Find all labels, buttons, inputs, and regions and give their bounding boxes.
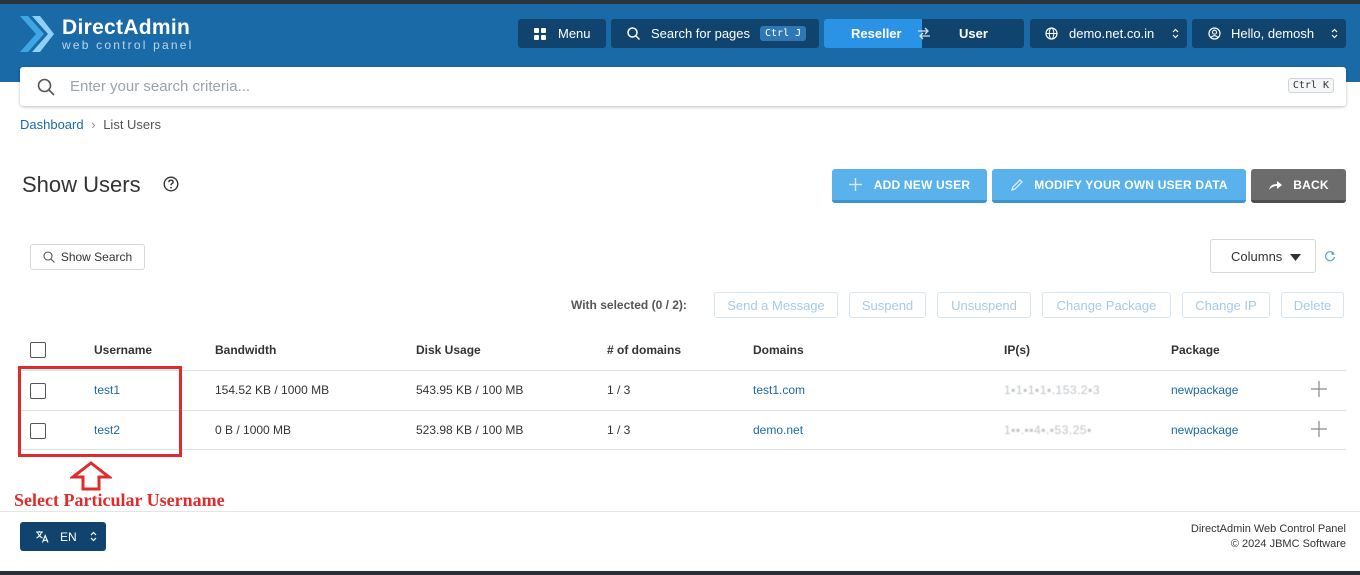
chevron-updown-icon [90,531,97,542]
help-icon[interactable] [163,176,179,192]
bandwidth-cell: 0 B / 1000 MB [215,423,292,437]
expand-row-icon[interactable] [1311,381,1327,397]
bandwidth-cell: 154.52 KB / 1000 MB [215,383,330,397]
footer-copyright: © 2024 JBMC Software [1230,538,1346,550]
menu-button[interactable]: Menu [518,19,606,48]
grid-icon [534,27,546,40]
header-num-domains[interactable]: # of domains [607,343,681,357]
translate-icon [36,531,49,543]
header-username[interactable]: Username [94,343,152,357]
search-icon [37,78,55,96]
modify-user-data-label: MODIFY YOUR OWN USER DATA [1034,177,1228,192]
search-input[interactable]: Enter your search criteria... [70,78,250,95]
domain-selector[interactable]: demo.net.co.in [1030,19,1187,48]
unsuspend-button[interactable]: Unsuspend [937,292,1031,318]
up-arrow-icon [70,461,112,491]
search-pages-label: Search for pages [651,26,751,41]
annotation-text: Select Particular Username [14,490,225,510]
header-disk-usage[interactable]: Disk Usage [416,343,481,357]
back-button[interactable]: BACK [1251,169,1346,203]
footer-product: DirectAdmin Web Control Panel [1190,523,1346,535]
breadcrumb: Dashboard › List Users [20,117,161,132]
select-all-checkbox[interactable] [30,342,46,358]
ip-cell: 1▪▪.▪▪4▪.▪53.25▪ [1004,423,1092,437]
plus-icon [848,178,862,191]
num-domains-cell: 1 / 3 [607,423,631,437]
header-bandwidth[interactable]: Bandwidth [215,343,276,357]
swap-icon [918,27,930,40]
menu-label: Menu [558,26,591,41]
header-ips[interactable]: IP(s) [1004,343,1030,357]
modify-user-data-button[interactable]: MODIFY YOUR OWN USER DATA [992,169,1246,203]
package-link[interactable]: newpackage [1171,383,1238,397]
add-new-user-button[interactable]: ADD NEW USER [832,169,987,203]
ip-cell: 1▪1▪1▪1▪.153.2▪3 [1004,383,1101,397]
refresh-icon[interactable] [1324,250,1336,262]
caret-down-icon [1290,254,1301,261]
globe-icon [1045,27,1058,40]
greeting-label: Hello, demosh [1231,26,1315,41]
breadcrumb-separator: › [91,117,96,132]
change-ip-button[interactable]: Change IP [1182,292,1270,318]
search-icon [627,27,640,40]
search-pages-shortcut: Ctrl J [760,26,807,41]
search-shortcut: Ctrl K [1287,78,1334,93]
breadcrumb-current: List Users [103,117,161,132]
expand-row-icon[interactable] [1311,421,1327,437]
footer-info: DirectAdmin Web Control Panel © 2024 JBM… [1191,522,1346,552]
selection-count: With selected (0 / 2): [571,298,687,312]
header-package[interactable]: Package [1171,343,1220,357]
back-label: BACK [1293,177,1329,192]
directadmin-logo-icon [18,14,54,54]
taskbar-strip [0,571,1360,575]
columns-dropdown[interactable]: Columns [1210,239,1316,273]
domain-link[interactable]: test1.com [753,383,805,397]
add-new-user-label: ADD NEW USER [873,177,971,192]
language-selector[interactable]: EN [20,522,106,551]
logo-title: DirectAdmin [62,15,191,39]
search-icon [43,251,55,263]
global-search-bar[interactable]: Enter your search criteria... Ctrl K [20,67,1346,106]
disk-usage-cell: 543.95 KB / 100 MB [416,383,524,397]
reseller-label: Reseller [851,26,902,41]
footer-divider [0,511,1360,512]
domain-link[interactable]: demo.net [753,423,803,437]
logo-subtitle: web control panel [62,37,194,52]
user-account-menu[interactable]: Hello, demosh [1192,19,1346,48]
breadcrumb-dashboard[interactable]: Dashboard [20,117,84,132]
package-link[interactable]: newpackage [1171,423,1238,437]
user-circle-icon [1208,27,1221,40]
delete-button[interactable]: Delete [1281,292,1344,318]
send-message-button[interactable]: Send a Message [714,292,838,318]
user-label: User [959,26,988,41]
search-pages-button[interactable]: Search for pages Ctrl J [611,19,819,48]
chevron-updown-icon [1172,28,1179,39]
annotation-highlight-box [18,366,182,457]
chevron-updown-icon [1331,28,1338,39]
pencil-icon [1011,178,1024,191]
header-domains[interactable]: Domains [753,343,804,357]
disk-usage-cell: 523.98 KB / 100 MB [416,423,524,437]
domain-label: demo.net.co.in [1069,26,1155,41]
num-domains-cell: 1 / 3 [607,383,631,397]
show-search-label: Show Search [60,250,133,264]
change-package-button[interactable]: Change Package [1042,292,1171,318]
language-label: EN [60,529,77,544]
share-arrow-icon [1269,180,1283,190]
table-row: test2 0 B / 1000 MB 523.98 KB / 100 MB 1… [20,410,1346,450]
show-search-button[interactable]: Show Search [30,244,145,270]
columns-label: Columns [1231,248,1283,264]
page-title: Show Users [22,172,141,197]
logo[interactable]: DirectAdmin web control panel [18,14,193,54]
table-row: test1 154.52 KB / 1000 MB 543.95 KB / 10… [20,370,1346,410]
suspend-button[interactable]: Suspend [849,292,926,318]
role-switch[interactable]: Reseller User [824,19,1024,48]
